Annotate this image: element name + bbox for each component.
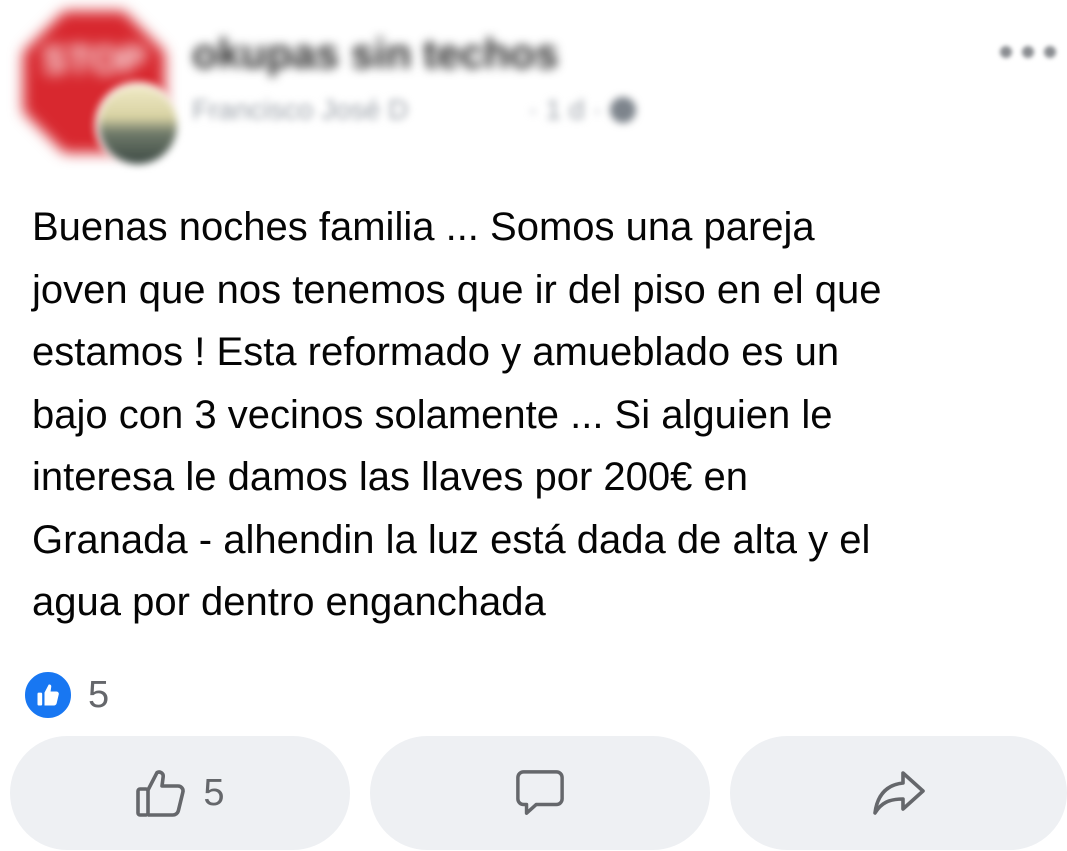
more-dot bbox=[1044, 46, 1056, 58]
meta-separator-2: · bbox=[592, 94, 602, 125]
thumbs-up-glyph bbox=[37, 684, 59, 706]
reaction-count: 5 bbox=[88, 673, 110, 716]
group-name-link[interactable]: okupas sin techos bbox=[192, 30, 558, 78]
thumbs-up-icon bbox=[136, 770, 186, 817]
more-options-icon[interactable] bbox=[1000, 44, 1056, 60]
post-header: STOP okupas sin techos Francisco José D … bbox=[0, 0, 1067, 170]
like-button-count: 5 bbox=[203, 771, 225, 814]
more-dot bbox=[1000, 46, 1012, 58]
post-meta: Francisco José D · 1 d · bbox=[192, 92, 636, 128]
author-name-link[interactable]: Francisco José D bbox=[192, 94, 408, 126]
like-button[interactable]: 5 bbox=[10, 736, 350, 850]
share-icon bbox=[872, 771, 925, 815]
author-avatar[interactable] bbox=[95, 82, 181, 168]
audience-globe-icon bbox=[609, 97, 636, 123]
reaction-summary[interactable]: 5 bbox=[22, 668, 109, 722]
post-body-text: Buenas noches familia ... Somos una pare… bbox=[32, 205, 882, 624]
post-timestamp[interactable]: 1 d bbox=[546, 94, 585, 126]
like-reaction-icon bbox=[22, 669, 74, 721]
more-dot bbox=[1022, 46, 1034, 58]
meta-separator: · bbox=[528, 94, 538, 125]
svg-text:STOP: STOP bbox=[42, 39, 146, 82]
action-bar: 5 bbox=[10, 736, 1067, 850]
share-button[interactable] bbox=[730, 736, 1067, 850]
comment-button[interactable] bbox=[370, 736, 710, 850]
comment-icon bbox=[516, 770, 564, 815]
